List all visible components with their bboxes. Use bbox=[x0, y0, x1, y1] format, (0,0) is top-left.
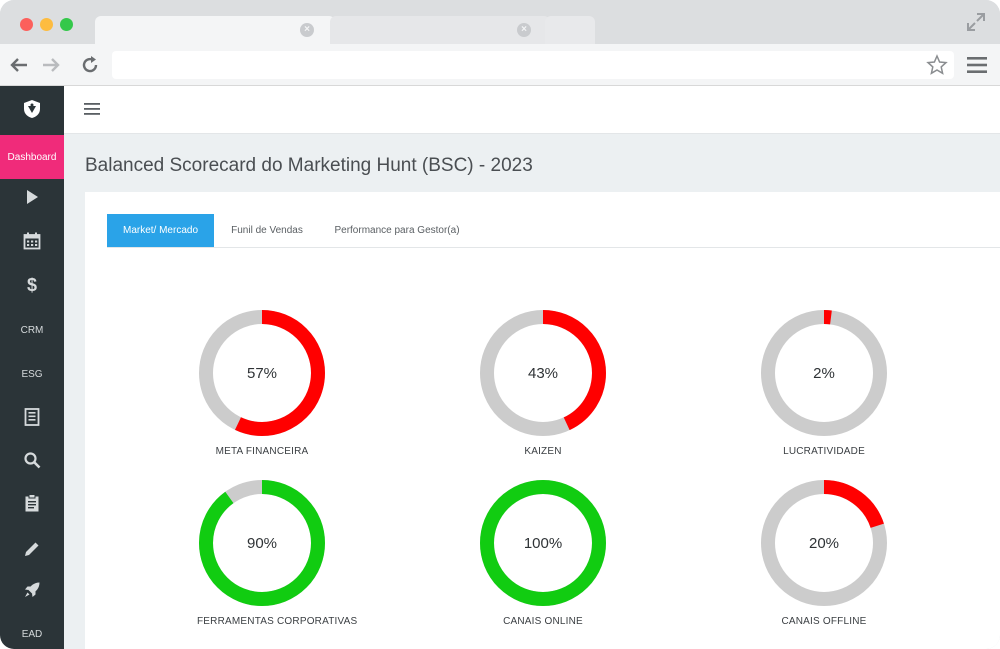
sidebar-item-ead[interactable]: EAD bbox=[0, 614, 64, 649]
sidebar-item-play[interactable] bbox=[0, 177, 64, 217]
gauge-ferramentas-corporativas: 90% FERRAMENTAS CORPORATIVAS bbox=[197, 478, 358, 627]
tab-funil-de-vendas[interactable]: Funil de Vendas bbox=[219, 214, 315, 247]
dollar-icon: $ bbox=[26, 274, 37, 295]
new-tab-button[interactable] bbox=[545, 16, 595, 44]
donut-chart: 20% bbox=[761, 480, 887, 606]
gauge-label: META FINANCEIRA bbox=[215, 446, 309, 457]
sidebar-item-esg[interactable]: ESG bbox=[0, 354, 64, 394]
donut-value-label: 20% bbox=[809, 535, 839, 552]
back-arrow-icon[interactable] bbox=[8, 54, 30, 76]
minimize-window-button[interactable] bbox=[40, 18, 53, 31]
browser-menu-icon[interactable] bbox=[966, 55, 988, 75]
sidebar-item-book[interactable] bbox=[0, 397, 64, 437]
sidebar-item-rocket[interactable] bbox=[0, 570, 64, 610]
sidebar-item-calendar[interactable] bbox=[0, 221, 64, 261]
scorecard-card: Market/ Mercado Funil de Vendas Performa… bbox=[85, 192, 1000, 649]
sidebar-item-finance[interactable]: $ bbox=[0, 265, 64, 305]
gauge-label: LUCRATIVIDADE bbox=[783, 446, 865, 457]
gauge-label: CANAIS OFFLINE bbox=[781, 616, 867, 627]
gauge-label: CANAIS ONLINE bbox=[503, 616, 583, 627]
gauge-canais-online: 100% CANAIS ONLINE bbox=[478, 478, 608, 627]
main-content: Balanced Scorecard do Marketing Hunt (BS… bbox=[64, 134, 1000, 649]
gauge-label: FERRAMENTAS CORPORATIVAS bbox=[197, 616, 358, 627]
calendar-icon bbox=[23, 232, 41, 250]
reload-icon[interactable] bbox=[79, 54, 101, 76]
book-icon bbox=[24, 408, 40, 426]
sidebar-item-clipboard[interactable] bbox=[0, 483, 64, 523]
page-title: Balanced Scorecard do Marketing Hunt (BS… bbox=[85, 155, 533, 176]
donut-value-label: 100% bbox=[524, 535, 562, 552]
browser-tab-2[interactable]: × bbox=[330, 16, 550, 44]
sidebar-item-label: ESG bbox=[21, 368, 43, 380]
app-logo[interactable] bbox=[0, 86, 64, 132]
donut-value-label: 90% bbox=[247, 535, 277, 552]
sidebar-item-label: EAD bbox=[21, 628, 43, 640]
hamburger-menu-icon[interactable] bbox=[84, 102, 100, 116]
sidebar-item-crm[interactable]: CRM bbox=[0, 310, 64, 350]
address-bar[interactable] bbox=[112, 51, 954, 79]
play-icon bbox=[27, 190, 38, 204]
sidebar-item-label: Dashboard bbox=[7, 151, 57, 163]
sidebar-item-label: CRM bbox=[20, 324, 44, 336]
shield-logo-icon bbox=[24, 100, 40, 118]
tab-close-icon[interactable]: × bbox=[517, 23, 531, 37]
close-window-button[interactable] bbox=[20, 18, 33, 31]
donut-value-label: 57% bbox=[247, 365, 277, 382]
tab-performance-gestor[interactable]: Performance para Gestor(a) bbox=[323, 214, 471, 247]
donut-chart: 2% bbox=[761, 310, 887, 436]
tab-market-mercado[interactable]: Market/ Mercado bbox=[107, 214, 214, 247]
gauge-label: KAIZEN bbox=[524, 446, 562, 457]
fullscreen-icon[interactable] bbox=[966, 12, 986, 32]
tab-close-icon[interactable]: × bbox=[300, 23, 314, 37]
clipboard-icon bbox=[25, 494, 39, 512]
gauge-lucratividade: 2% LUCRATIVIDADE bbox=[759, 308, 889, 457]
scorecard-tabs: Market/ Mercado Funil de Vendas Performa… bbox=[107, 214, 1000, 248]
gauge-canais-offline: 20% CANAIS OFFLINE bbox=[759, 478, 889, 627]
rocket-icon bbox=[25, 582, 40, 597]
forward-arrow-icon[interactable] bbox=[40, 54, 62, 76]
app-header bbox=[64, 86, 1000, 134]
sidebar-item-search[interactable] bbox=[0, 440, 64, 480]
search-icon bbox=[24, 452, 41, 469]
donut-chart: 43% bbox=[480, 310, 606, 436]
pencil-icon bbox=[25, 542, 39, 556]
browser-tabstrip: × × bbox=[0, 0, 1000, 44]
browser-tab-active[interactable]: × bbox=[95, 16, 335, 44]
maximize-window-button[interactable] bbox=[60, 18, 73, 31]
browser-toolbar bbox=[0, 44, 1000, 86]
bookmark-star-icon[interactable] bbox=[926, 54, 948, 76]
donut-value-label: 2% bbox=[813, 365, 835, 382]
sidebar-item-dashboard[interactable]: Dashboard bbox=[0, 135, 64, 179]
sidebar-item-edit[interactable] bbox=[0, 529, 64, 569]
gauge-meta-financeira: 57% META FINANCEIRA bbox=[197, 308, 327, 457]
donut-chart: 100% bbox=[480, 480, 606, 606]
app-sidebar: Dashboard $ CRM ESG EAD bbox=[0, 86, 64, 649]
gauge-kaizen: 43% KAIZEN bbox=[478, 308, 608, 457]
browser-window: × × Dashboard $ CRM ESG EAD Balanced Sco… bbox=[0, 0, 1000, 649]
donut-chart: 90% bbox=[199, 480, 325, 606]
donut-chart: 57% bbox=[199, 310, 325, 436]
donut-value-label: 43% bbox=[528, 365, 558, 382]
